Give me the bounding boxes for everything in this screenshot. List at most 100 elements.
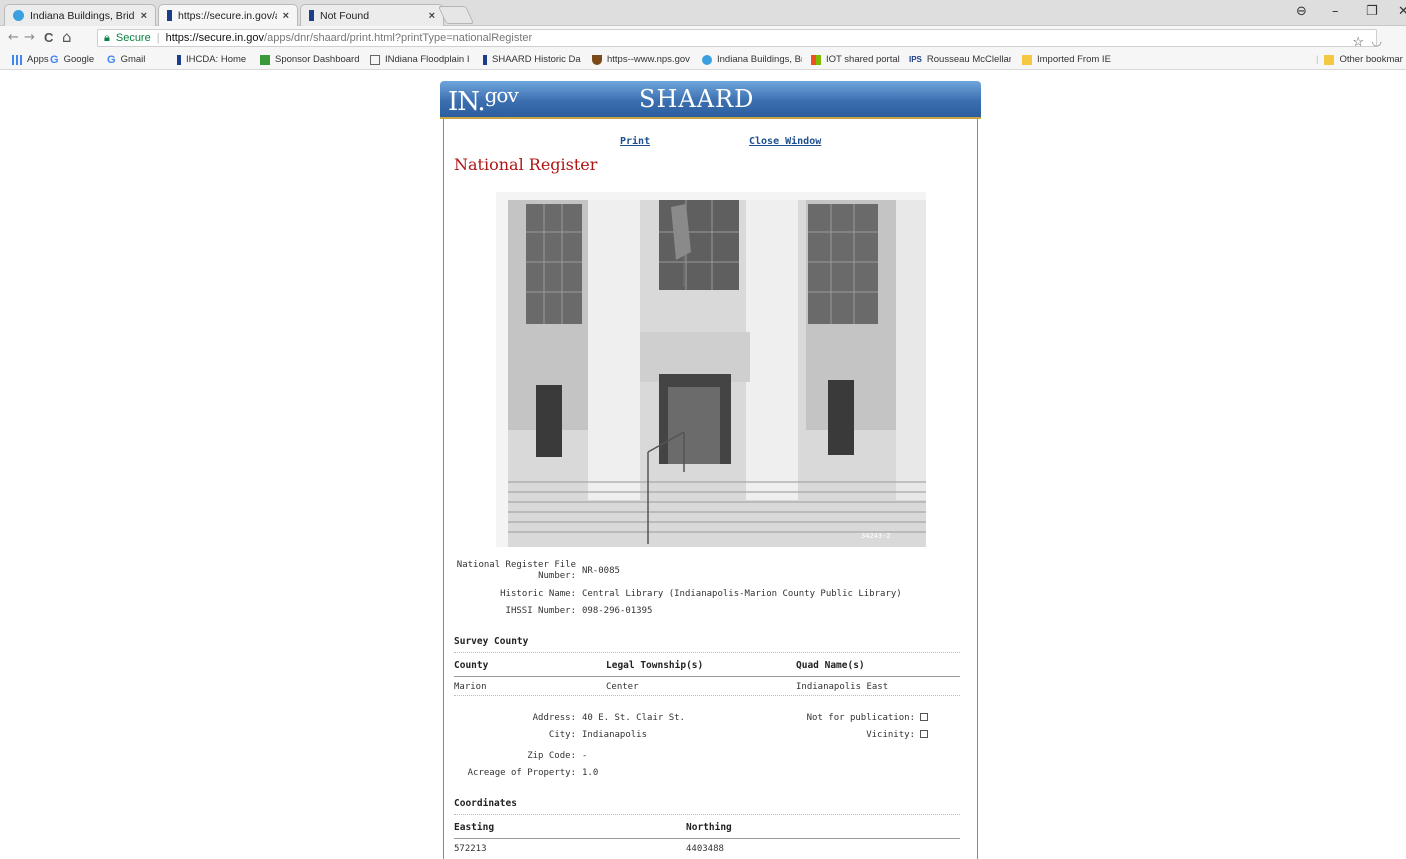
bookmark-floodplain[interactable]: INdiana Floodplain I	[370, 54, 473, 65]
bookmark-star-icon[interactable]: ☆	[1352, 34, 1364, 50]
bookmark-label: SHAARD Historic Da	[492, 54, 581, 65]
bookmark-divider: |	[1316, 54, 1319, 65]
browser-favicon-icon	[702, 54, 712, 65]
url-path: /apps/dnr/shaard/print.html?printType=na…	[264, 32, 533, 44]
bookmark-ihcda[interactable]: IHCDA: Home	[177, 54, 246, 65]
cell-quad: Indianapolis East	[796, 682, 889, 692]
google-icon: G	[50, 54, 59, 65]
shaard-favicon-icon	[309, 10, 314, 21]
bookmark-label: IHCDA: Home	[186, 54, 247, 65]
bookmark-shaard[interactable]: SHAARD Historic Da	[483, 54, 583, 65]
apps-grid-icon	[12, 54, 22, 65]
bookmark-label: Google	[63, 54, 95, 65]
cell-northing: 4403488	[686, 844, 724, 854]
bookmark-indiana-buildings[interactable]: Indiana Buildings, Br	[702, 54, 802, 65]
close-tab-icon[interactable]: ×	[141, 10, 147, 22]
city-label: City:	[548, 730, 576, 740]
not-for-publication-text: Not for publication:	[806, 713, 915, 723]
nr-file-number-label: National Register File Number:	[456, 560, 576, 581]
folder-icon	[1324, 54, 1335, 65]
lock-icon: 🔒︎	[104, 31, 110, 44]
back-icon[interactable]: ←	[8, 30, 19, 45]
vicinity-text: Vicinity:	[866, 730, 915, 740]
app-title: SHAARD	[639, 85, 755, 113]
restore-icon[interactable]: ❐	[1366, 4, 1378, 19]
bookmark-rousseau[interactable]: IPS Rousseau McClellan	[909, 54, 1011, 65]
bookmarks-bar: Apps G Google G Gmail IHCDA: Home Sponsor …	[0, 50, 1406, 70]
extension-shield-icon[interactable]: ◡	[1372, 34, 1382, 48]
folder-icon	[1022, 54, 1032, 65]
tab-indiana-buildings[interactable]: Indiana Buildings, Bridge ×	[4, 4, 156, 26]
col-northing: Northing	[686, 822, 732, 833]
url-host: https://secure.in.gov	[165, 32, 265, 44]
tab-label: Not Found	[320, 9, 370, 22]
bookmark-label: https--www.nps.gov	[607, 54, 690, 65]
col-easting: Easting	[454, 822, 495, 833]
bookmark-gmail[interactable]: G Gmail	[107, 54, 145, 65]
reload-icon[interactable]: C	[44, 30, 53, 45]
zip-value: -	[582, 751, 588, 761]
coordinates-heading: Coordinates	[454, 798, 517, 809]
browser-favicon-icon	[13, 10, 24, 21]
close-window-icon[interactable]: ✕	[1398, 4, 1406, 19]
shaard-favicon-icon	[177, 54, 181, 65]
windows-logo-icon	[811, 54, 821, 65]
vicinity-checkbox[interactable]	[920, 730, 928, 738]
nr-file-number-value: NR-0085	[582, 566, 620, 576]
bookmark-label: IOT shared portal	[826, 54, 900, 65]
tab-label: Indiana Buildings, Bridge	[30, 9, 135, 22]
print-link[interactable]: Print	[620, 136, 650, 147]
minimize-icon[interactable]: –	[1332, 4, 1339, 19]
shaard-favicon-icon	[167, 10, 172, 21]
bookmark-imported-ie[interactable]: Imported From IE	[1022, 54, 1111, 65]
bookmark-google[interactable]: G Google	[50, 54, 94, 65]
bookmark-apps[interactable]: Apps	[12, 54, 49, 65]
tab-strip: Indiana Buildings, Bridge × https://secu…	[0, 0, 1406, 26]
acreage-value: 1.0	[582, 768, 599, 778]
bookmark-label: Other bookmar	[1339, 54, 1403, 65]
col-quad-name: Quad Name(s)	[796, 660, 865, 671]
bookmark-label: Rousseau McClellan	[926, 54, 1011, 65]
url-bar[interactable]: 🔒︎ Secure | https://secure.in.gov/apps/d…	[97, 29, 1382, 50]
historic-name-label: Historic Name:	[500, 589, 576, 599]
p-logo-icon	[260, 54, 270, 65]
divider	[454, 814, 960, 815]
profile-icon[interactable]: ⊖	[1296, 4, 1307, 19]
divider	[454, 838, 960, 839]
bookmark-label: Indiana Buildings, Br	[717, 54, 802, 65]
nps-arrowhead-icon	[592, 54, 602, 65]
bookmark-label: Imported From IE	[1037, 54, 1111, 65]
close-window-link[interactable]: Close Window	[749, 136, 821, 147]
close-tab-icon[interactable]: ×	[429, 10, 435, 22]
shaard-header: IN.gov SHAARD	[440, 81, 981, 119]
logo-main: IN.	[448, 87, 486, 117]
google-icon: G	[107, 54, 116, 65]
historic-name-value: Central Library (Indianapolis-Marion Cou…	[582, 589, 902, 599]
home-icon[interactable]: ⌂	[62, 28, 72, 46]
in-gov-logo[interactable]: IN.gov	[448, 83, 519, 117]
shaard-favicon-icon	[483, 54, 487, 65]
bookmark-nps[interactable]: https--www.nps.gov	[592, 54, 692, 65]
tab-not-found[interactable]: Not Found ×	[300, 4, 444, 26]
tab-label: https://secure.in.gov/app	[178, 9, 277, 22]
not-for-publication-checkbox[interactable]	[920, 713, 928, 721]
tab-secure-in-gov[interactable]: https://secure.in.gov/app ×	[158, 4, 298, 26]
cell-county: Marion	[454, 682, 487, 692]
page-title: National Register	[454, 155, 598, 174]
bookmark-sponsor-dashboard[interactable]: Sponsor Dashboard	[260, 54, 372, 65]
cell-easting: 572213	[454, 844, 487, 854]
close-tab-icon[interactable]: ×	[283, 10, 289, 22]
divider	[454, 695, 960, 696]
col-legal-township: Legal Township(s)	[606, 660, 704, 671]
bookmark-other[interactable]: | Other bookmar	[1316, 54, 1406, 65]
secure-label: Secure	[115, 32, 151, 44]
city-value: Indianapolis	[582, 730, 648, 740]
address-toolbar: ← → C ⌂ 🔒︎ Secure | https://secure.in.go…	[0, 26, 1406, 50]
divider	[454, 652, 960, 653]
survey-county-heading: Survey County	[454, 636, 529, 647]
address-label: Address:	[532, 713, 576, 723]
forward-icon[interactable]: →	[24, 30, 35, 45]
building-photo: 34243-2	[496, 192, 926, 547]
bookmark-label: Gmail	[120, 54, 146, 65]
bookmark-iot-portal[interactable]: IOT shared portal	[811, 54, 900, 65]
